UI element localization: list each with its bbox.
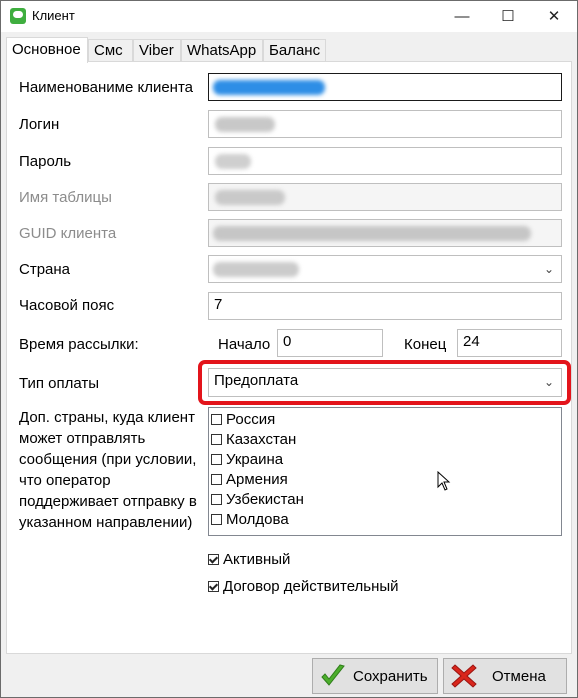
checkbox[interactable]	[211, 514, 222, 525]
chat-app-icon	[10, 8, 26, 24]
cancel-label: Отмена	[492, 668, 546, 685]
password-input[interactable]	[208, 147, 562, 175]
contract-checkbox[interactable]	[208, 581, 219, 592]
login-label: Логин	[19, 116, 60, 133]
table-name-label: Имя таблицы	[19, 189, 112, 206]
save-label: Сохранить	[353, 668, 428, 685]
payment-type-label: Тип оплаты	[19, 375, 100, 392]
cancel-button[interactable]: Отмена	[443, 658, 567, 694]
active-label: Активный	[223, 551, 291, 568]
password-label: Пароль	[19, 153, 72, 170]
redacted-value	[213, 80, 325, 95]
extra-countries-list: Россия Казахстан Украина Армения Узбекис…	[208, 407, 562, 536]
client-name-input[interactable]	[208, 73, 562, 101]
country-label: Страна	[19, 261, 71, 278]
redacted-value	[213, 262, 299, 277]
tab-viber[interactable]: Viber	[133, 39, 181, 61]
start-input[interactable]: 0	[277, 329, 383, 357]
close-button[interactable]: ✕	[531, 1, 577, 32]
active-checkbox[interactable]	[208, 554, 219, 565]
guid-input[interactable]	[208, 219, 562, 247]
timezone-label: Часовой пояс	[19, 297, 115, 314]
highlight-box	[198, 360, 571, 405]
list-item-kazakhstan[interactable]: Казахстан	[211, 430, 296, 450]
checkbox[interactable]	[211, 494, 222, 505]
country-select[interactable]: ⌄	[208, 255, 562, 283]
list-item-armenia[interactable]: Армения	[211, 470, 288, 490]
redacted-value	[213, 226, 531, 241]
start-label: Начало	[218, 336, 271, 353]
active-checkbox-row[interactable]: Активный	[208, 551, 290, 568]
end-input[interactable]: 24	[457, 329, 562, 357]
contract-checkbox-row[interactable]: Договор действительный	[208, 578, 399, 595]
list-item-ukraine[interactable]: Украина	[211, 450, 283, 470]
title-bar: Клиент — ☐ ✕	[1, 1, 577, 32]
chevron-down-icon: ⌄	[543, 262, 555, 276]
extra-countries-label: Доп. страны, куда клиент может отправлят…	[19, 409, 197, 531]
tab-sms[interactable]: Смс	[88, 39, 133, 61]
list-item-uzbekistan[interactable]: Узбекистан	[211, 490, 304, 510]
contract-label: Договор действительный	[223, 578, 399, 595]
table-name-input[interactable]	[208, 183, 562, 211]
timezone-input[interactable]: 7	[208, 292, 562, 320]
redacted-value	[215, 190, 285, 205]
checkmark-icon	[321, 664, 345, 686]
tab-balance[interactable]: Баланс	[263, 39, 326, 61]
send-time-label: Время рассылки:	[19, 336, 139, 353]
tab-whatsapp[interactable]: WhatsApp	[181, 39, 263, 61]
end-label: Конец	[404, 336, 447, 353]
window-title: Клиент	[32, 8, 75, 23]
checkbox[interactable]	[211, 454, 222, 465]
list-item-russia[interactable]: Россия	[211, 410, 275, 430]
mouse-cursor-icon	[437, 471, 451, 491]
tab-main[interactable]: Основное	[6, 37, 88, 63]
maximize-button[interactable]: ☐	[485, 1, 531, 32]
country-label: Россия	[226, 411, 276, 428]
country-label: Молдова	[226, 511, 289, 528]
country-label: Узбекистан	[226, 491, 304, 508]
cross-icon	[451, 664, 477, 688]
checkbox[interactable]	[211, 434, 222, 445]
country-label: Армения	[226, 471, 288, 488]
login-input[interactable]	[208, 110, 562, 138]
checkbox[interactable]	[211, 474, 222, 485]
guid-label: GUID клиента	[19, 225, 117, 242]
country-label: Украина	[226, 451, 284, 468]
save-button[interactable]: Сохранить	[312, 658, 438, 694]
country-label: Казахстан	[226, 431, 297, 448]
list-item-moldova[interactable]: Молдова	[211, 510, 289, 530]
minimize-button[interactable]: —	[439, 1, 485, 32]
redacted-value	[215, 117, 275, 132]
client-window: Клиент — ☐ ✕ Основное Смс Viber WhatsApp…	[0, 0, 578, 698]
checkbox[interactable]	[211, 414, 222, 425]
client-name-label: Наименованиме клиента	[19, 79, 193, 96]
redacted-value	[215, 154, 251, 169]
